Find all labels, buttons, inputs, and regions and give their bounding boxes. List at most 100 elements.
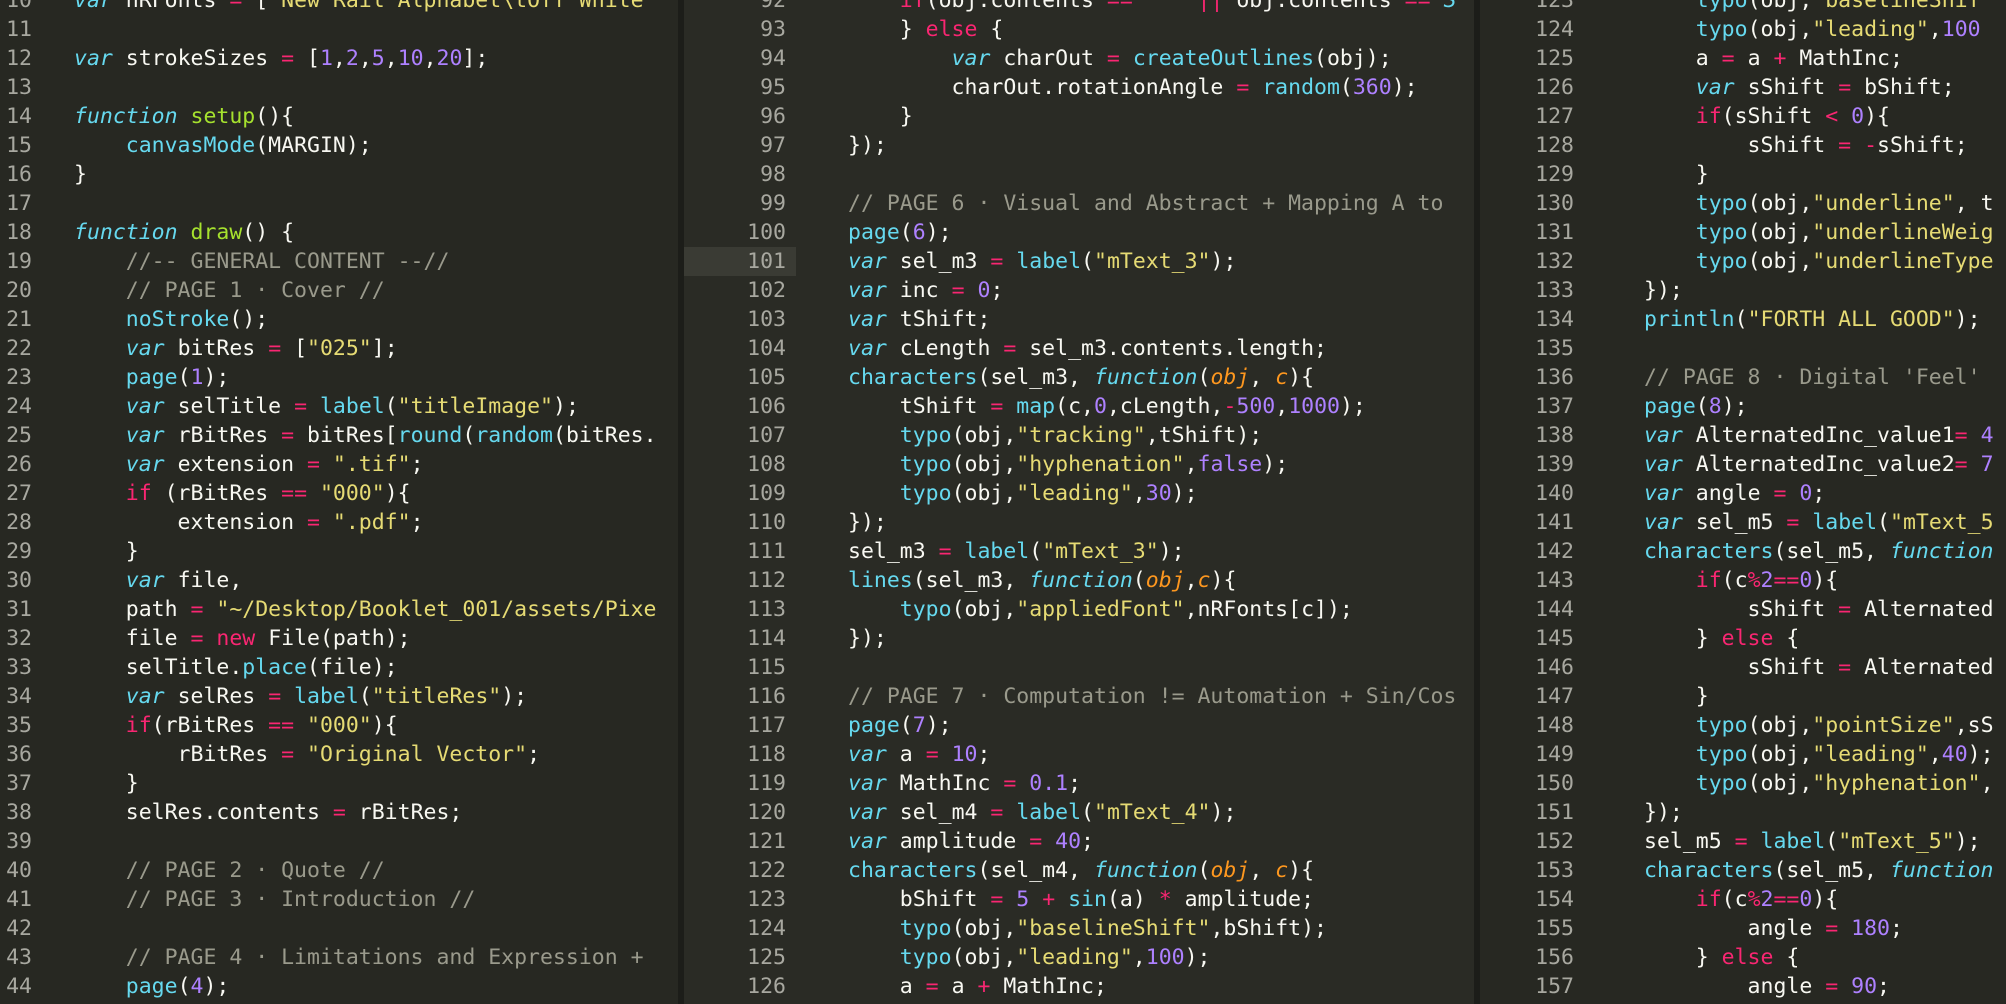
- code-line[interactable]: 103 var tShift;: [684, 305, 1480, 334]
- code-line[interactable]: 11: [0, 15, 684, 44]
- code-line[interactable]: 98: [684, 160, 1480, 189]
- code-line[interactable]: 105 characters(sel_m3, function(obj, c){: [684, 363, 1480, 392]
- code-line[interactable]: 127 if(sShift < 0){: [1480, 102, 2006, 131]
- code-line[interactable]: 22 var bitRes = ["025"];: [0, 334, 684, 363]
- code-line[interactable]: 126 a = a + MathInc;: [684, 972, 1480, 1001]
- code-line[interactable]: 140 var angle = 0;: [1480, 479, 2006, 508]
- code-line[interactable]: 136 // PAGE 8 · Digital 'Feel': [1480, 363, 2006, 392]
- code-line[interactable]: 29 }: [0, 537, 684, 566]
- code-line[interactable]: 120 var sel_m4 = label("mText_4");: [684, 798, 1480, 827]
- code-line[interactable]: 122 characters(sel_m4, function(obj, c){: [684, 856, 1480, 885]
- code-line[interactable]: 35 if(rBitRes == "000"){: [0, 711, 684, 740]
- code-line[interactable]: 116 // PAGE 7 · Computation != Automation…: [684, 682, 1480, 711]
- code-line[interactable]: 31 path = "~/Desktop/Booklet_001/assets/…: [0, 595, 684, 624]
- code-line[interactable]: 23 page(1);: [0, 363, 684, 392]
- code-line[interactable]: 104 var cLength = sel_m3.contents.length;: [684, 334, 1480, 363]
- code-line[interactable]: 155 angle = 180;: [1480, 914, 2006, 943]
- code-line[interactable]: 112 lines(sel_m3, function(obj,c){: [684, 566, 1480, 595]
- code-line[interactable]: 99 // PAGE 6 · Visual and Abstract + Mapp…: [684, 189, 1480, 218]
- code-line[interactable]: 43 // PAGE 4 · Limitations and Expressio…: [0, 943, 684, 972]
- code-line[interactable]: 141 var sel_m5 = label("mText_5: [1480, 508, 2006, 537]
- code-line[interactable]: 125 typo(obj,"leading",100);: [684, 943, 1480, 972]
- code-line[interactable]: 95 charOut.rotationAngle = random(360);: [684, 73, 1480, 102]
- code-line[interactable]: 111 sel_m3 = label("mText_3");: [684, 537, 1480, 566]
- code-line[interactable]: 30 var file,: [0, 566, 684, 595]
- code-line[interactable]: 157 angle = 90;: [1480, 972, 2006, 1001]
- code-line[interactable]: 132 typo(obj,"underlineType: [1480, 247, 2006, 276]
- code-line[interactable]: 26 var extension = ".tif";: [0, 450, 684, 479]
- code-line[interactable]: 128 sShift = -sShift;: [1480, 131, 2006, 160]
- code-line[interactable]: 151});: [1480, 798, 2006, 827]
- code-line[interactable]: 24 var selTitle = label("titleImage");: [0, 392, 684, 421]
- code-line[interactable]: 113 typo(obj,"appliedFont",nRFonts[c]);: [684, 595, 1480, 624]
- code-line[interactable]: 18 function draw() {: [0, 218, 684, 247]
- code-line[interactable]: 133});: [1480, 276, 2006, 305]
- code-line[interactable]: 42: [0, 914, 684, 943]
- code-line[interactable]: 41 // PAGE 3 · Introduction //: [0, 885, 684, 914]
- code-line[interactable]: 123 typo(obj,"baselineShif: [1480, 0, 2006, 15]
- code-line[interactable]: 100 page(6);: [684, 218, 1480, 247]
- code-line[interactable]: 92 if(obj.contents == " " || obj.content…: [684, 0, 1480, 15]
- code-line[interactable]: 16}: [0, 160, 684, 189]
- code-line[interactable]: 10 var nRFonts = ["New Rail Alphabet\tOff…: [0, 0, 684, 15]
- code-line[interactable]: 101 var sel_m3 = label("mText_3");: [684, 247, 1480, 276]
- code-line[interactable]: 134 println("FORTH ALL GOOD");: [1480, 305, 2006, 334]
- code-line[interactable]: 32 file = new File(path);: [0, 624, 684, 653]
- editor-pane-right[interactable]: 123 typo(obj,"baselineShif 124 typo(obj,"…: [1480, 0, 2006, 1004]
- code-line[interactable]: 145 } else {: [1480, 624, 2006, 653]
- editor-pane-left[interactable]: 10 var nRFonts = ["New Rail Alphabet\tOff…: [0, 0, 684, 1004]
- code-line[interactable]: 124 typo(obj,"leading",100: [1480, 15, 2006, 44]
- code-line[interactable]: 28 extension = ".pdf";: [0, 508, 684, 537]
- code-line[interactable]: 106 tShift = map(c,0,cLength,-500,1000);: [684, 392, 1480, 421]
- code-line[interactable]: 27 if (rBitRes == "000"){: [0, 479, 684, 508]
- code-line[interactable]: 124 typo(obj,"baselineShift",bShift);: [684, 914, 1480, 943]
- code-line[interactable]: 114});: [684, 624, 1480, 653]
- code-line[interactable]: 34 var selRes = label("titleRes");: [0, 682, 684, 711]
- code-line[interactable]: 115: [684, 653, 1480, 682]
- code-line[interactable]: 37 }: [0, 769, 684, 798]
- code-line[interactable]: 109 typo(obj,"leading",30);: [684, 479, 1480, 508]
- code-line[interactable]: 137 page(8);: [1480, 392, 2006, 421]
- code-line[interactable]: 150 typo(obj,"hyphenation",: [1480, 769, 2006, 798]
- code-line[interactable]: 15 canvasMode(MARGIN);: [0, 131, 684, 160]
- code-line[interactable]: 125 a = a + MathInc;: [1480, 44, 2006, 73]
- code-line[interactable]: 96 }: [684, 102, 1480, 131]
- code-line[interactable]: 130 typo(obj,"underline", t: [1480, 189, 2006, 218]
- code-line[interactable]: 147 }: [1480, 682, 2006, 711]
- code-line[interactable]: 97});: [684, 131, 1480, 160]
- code-line[interactable]: 12 var strokeSizes = [1,2,5,10,20];: [0, 44, 684, 73]
- code-line[interactable]: 25 var rBitRes = bitRes[round(random(bit…: [0, 421, 684, 450]
- code-line[interactable]: 143 if(c%2==0){: [1480, 566, 2006, 595]
- code-line[interactable]: 17: [0, 189, 684, 218]
- code-line[interactable]: 107 typo(obj,"tracking",tShift);: [684, 421, 1480, 450]
- code-line[interactable]: 102 var inc = 0;: [684, 276, 1480, 305]
- code-line[interactable]: 138 var AlternatedInc_value1= 4: [1480, 421, 2006, 450]
- code-line[interactable]: 108 typo(obj,"hyphenation",false);: [684, 450, 1480, 479]
- code-line[interactable]: 135: [1480, 334, 2006, 363]
- code-line[interactable]: 119 var MathInc = 0.1;: [684, 769, 1480, 798]
- code-line[interactable]: 148 typo(obj,"pointSize",sS: [1480, 711, 2006, 740]
- code-line[interactable]: 131 typo(obj,"underlineWeig: [1480, 218, 2006, 247]
- code-line[interactable]: 139 var AlternatedInc_value2= 7: [1480, 450, 2006, 479]
- code-line[interactable]: 126 var sShift = bShift;: [1480, 73, 2006, 102]
- code-line[interactable]: 19 //-- GENERAL CONTENT --//: [0, 247, 684, 276]
- code-line[interactable]: 36 rBitRes = "Original Vector";: [0, 740, 684, 769]
- code-line[interactable]: 39: [0, 827, 684, 856]
- code-line[interactable]: 123 bShift = 5 + sin(a) * amplitude;: [684, 885, 1480, 914]
- code-line[interactable]: 14 function setup(){: [0, 102, 684, 131]
- code-line[interactable]: 142 characters(sel_m5, function: [1480, 537, 2006, 566]
- code-line[interactable]: 118 var a = 10;: [684, 740, 1480, 769]
- code-line[interactable]: 33 selTitle.place(file);: [0, 653, 684, 682]
- code-line[interactable]: 156 } else {: [1480, 943, 2006, 972]
- code-line[interactable]: 13: [0, 73, 684, 102]
- code-line[interactable]: 154 if(c%2==0){: [1480, 885, 2006, 914]
- code-line[interactable]: 146 sShift = Alternated: [1480, 653, 2006, 682]
- code-line[interactable]: 129 }: [1480, 160, 2006, 189]
- code-line[interactable]: 153 characters(sel_m5, function: [1480, 856, 2006, 885]
- code-line[interactable]: 21 noStroke();: [0, 305, 684, 334]
- code-line[interactable]: 44 page(4);: [0, 972, 684, 1001]
- code-line[interactable]: 94 var charOut = createOutlines(obj);: [684, 44, 1480, 73]
- code-line[interactable]: 121 var amplitude = 40;: [684, 827, 1480, 856]
- code-line[interactable]: 20 // PAGE 1 · Cover //: [0, 276, 684, 305]
- code-line[interactable]: 93 } else {: [684, 15, 1480, 44]
